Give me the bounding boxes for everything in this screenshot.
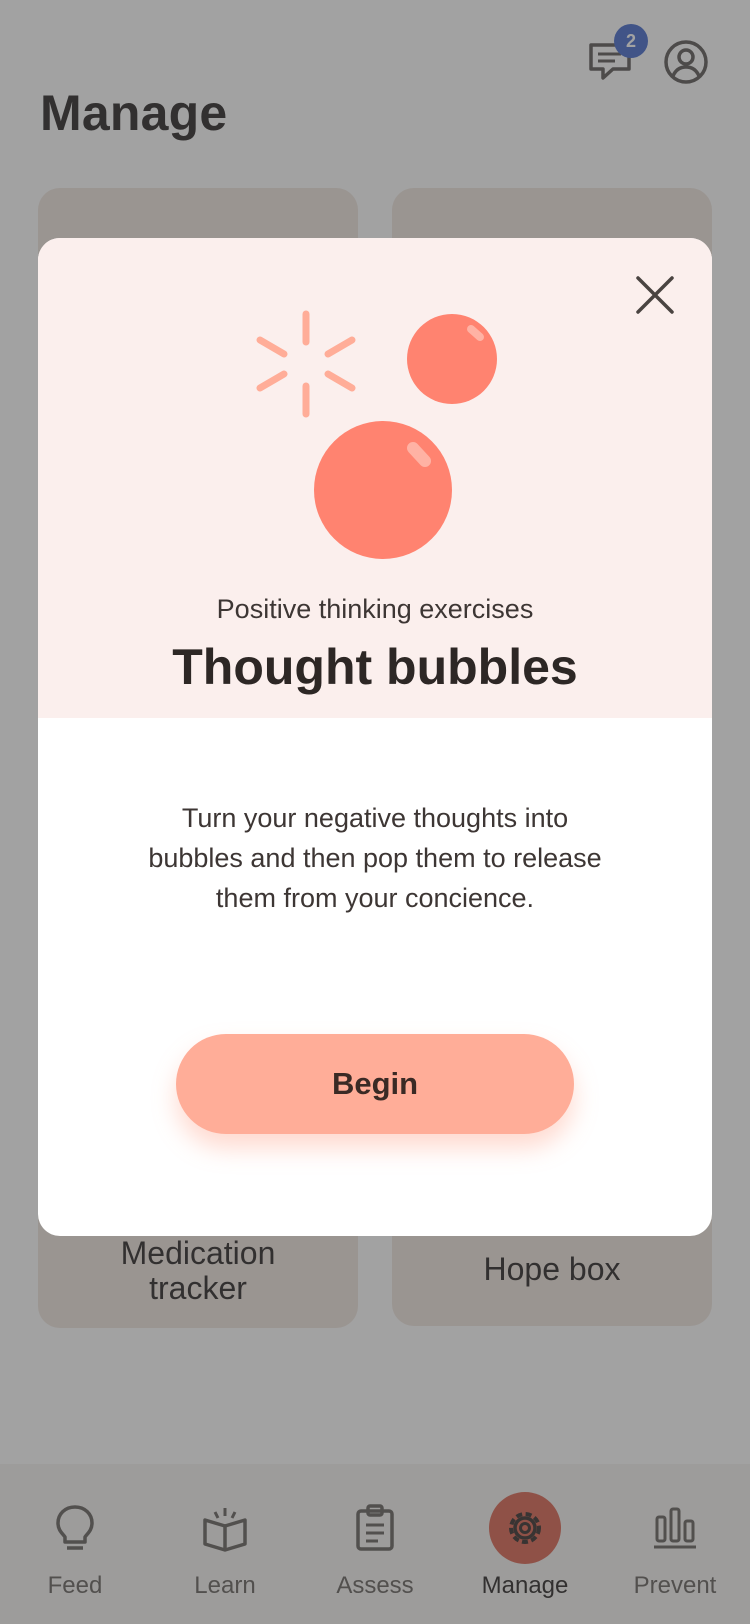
begin-button[interactable]: Begin: [176, 1034, 574, 1134]
thought-bubbles-modal: Positive thinking exercises Thought bubb…: [38, 238, 712, 1236]
close-icon: [636, 276, 674, 314]
modal-title: Thought bubbles: [172, 639, 578, 695]
close-button[interactable]: [632, 272, 678, 318]
bubbles-illustration: [256, 310, 497, 559]
modal-description: Turn your negative thoughts into bubbles…: [148, 803, 602, 913]
modal-subtitle: Positive thinking exercises: [216, 594, 534, 624]
sparkle-icon: [256, 310, 356, 418]
large-bubble: [314, 421, 452, 559]
small-bubble: [407, 314, 497, 404]
